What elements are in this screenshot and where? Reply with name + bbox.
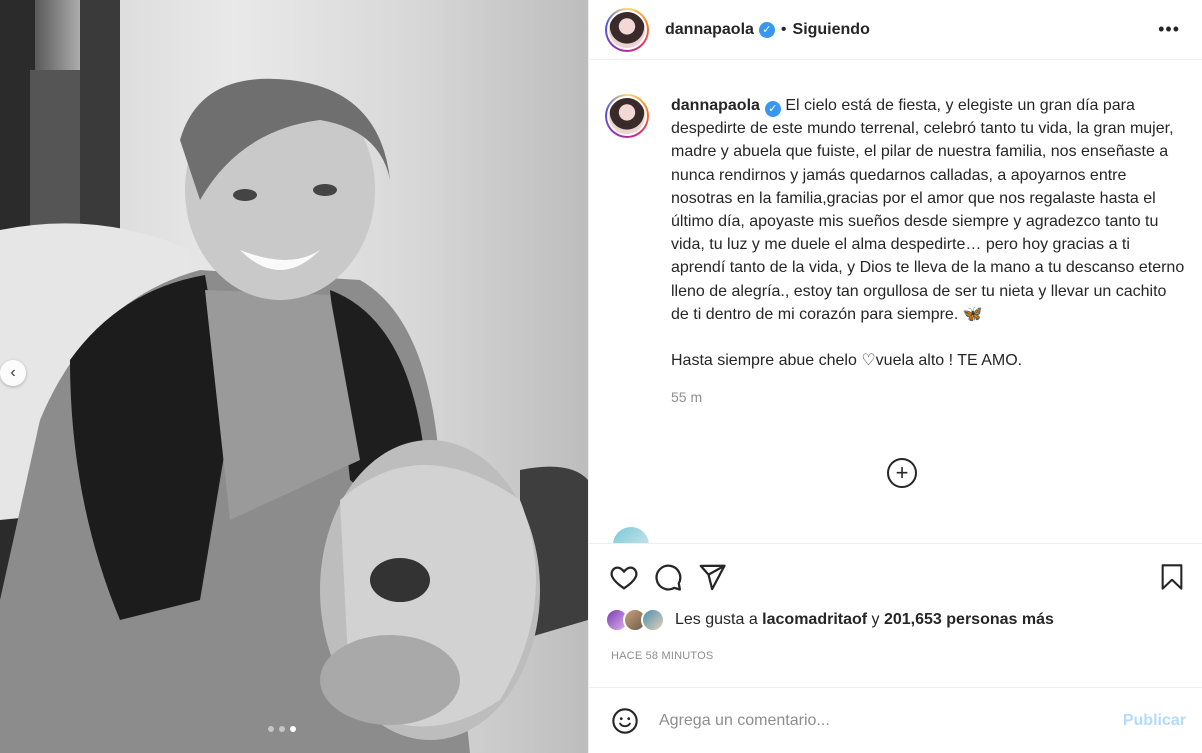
- verified-badge-icon: ✓: [758, 21, 775, 38]
- photo-illustration: [0, 0, 588, 753]
- actions-section: Les gusta a lacomadritaof y 201,653 pers…: [589, 543, 1202, 662]
- likes-prefix: Les gusta a: [675, 611, 763, 628]
- verified-badge-icon: ✓: [764, 101, 781, 117]
- caption-username[interactable]: dannapaola: [671, 97, 760, 114]
- caption-closing-line: Hasta siempre abue chelo ♡vuela alto ! T…: [671, 352, 1023, 370]
- caption-time[interactable]: 55 m: [671, 386, 1186, 409]
- author-avatar[interactable]: [605, 7, 649, 52]
- comment-icon[interactable]: [653, 562, 683, 592]
- carousel-dot: [279, 726, 285, 732]
- likes-conjunction: y: [867, 611, 884, 628]
- caption-text: dannapaola ✓ El cielo está de fiesta, y e…: [671, 97, 1184, 323]
- plus-icon: +: [895, 460, 909, 485]
- liker-username[interactable]: lacomadritaof: [762, 611, 867, 628]
- likes-text: Les gusta a lacomadritaof y 201,653 pers…: [675, 611, 1054, 629]
- more-options-icon[interactable]: •••: [1158, 19, 1186, 40]
- publish-button[interactable]: Publicar: [1123, 712, 1186, 730]
- bookmark-icon[interactable]: [1158, 562, 1186, 592]
- post-timestamp[interactable]: HACE 58 MINUTOS: [605, 650, 1186, 662]
- caption: dannapaola ✓ El cielo está de fiesta, y e…: [589, 60, 1202, 409]
- post-header: dannapaola ✓ • Siguiendo •••: [589, 0, 1202, 60]
- share-icon[interactable]: [697, 562, 727, 592]
- previous-photo-button[interactable]: ‹: [0, 360, 26, 386]
- follow-status-button[interactable]: Siguiendo: [793, 21, 870, 39]
- carousel-dot: [290, 726, 296, 732]
- caption-message: El cielo está de fiesta, y elegiste un g…: [671, 97, 1185, 323]
- likes-count-link[interactable]: 201,653 personas más: [884, 611, 1054, 628]
- carousel-dot: [268, 726, 274, 732]
- likes-summary: Les gusta a lacomadritaof y 201,653 pers…: [605, 608, 1186, 632]
- liker-avatars: [605, 608, 665, 632]
- next-comment-peek: [613, 527, 649, 543]
- author-username[interactable]: dannapaola: [665, 21, 754, 39]
- comment-input[interactable]: [659, 711, 1123, 730]
- separator-dot: •: [780, 20, 787, 38]
- heart-icon[interactable]: [609, 562, 639, 592]
- carousel-indicator: [268, 726, 296, 732]
- emoji-icon[interactable]: [611, 707, 639, 735]
- comment-composer: Publicar: [589, 687, 1202, 753]
- comments-area[interactable]: dannapaola ✓ El cielo está de fiesta, y e…: [589, 60, 1202, 543]
- avatar[interactable]: [641, 608, 665, 632]
- load-more-comments-button[interactable]: +: [887, 458, 917, 488]
- commenter-avatar[interactable]: [613, 527, 649, 543]
- post-side-panel: dannapaola ✓ • Siguiendo ••• dannapaola ✓…: [588, 0, 1202, 753]
- caption-avatar[interactable]: [605, 94, 649, 138]
- post-photo[interactable]: ‹: [0, 0, 588, 753]
- chevron-left-icon: ‹: [10, 364, 16, 381]
